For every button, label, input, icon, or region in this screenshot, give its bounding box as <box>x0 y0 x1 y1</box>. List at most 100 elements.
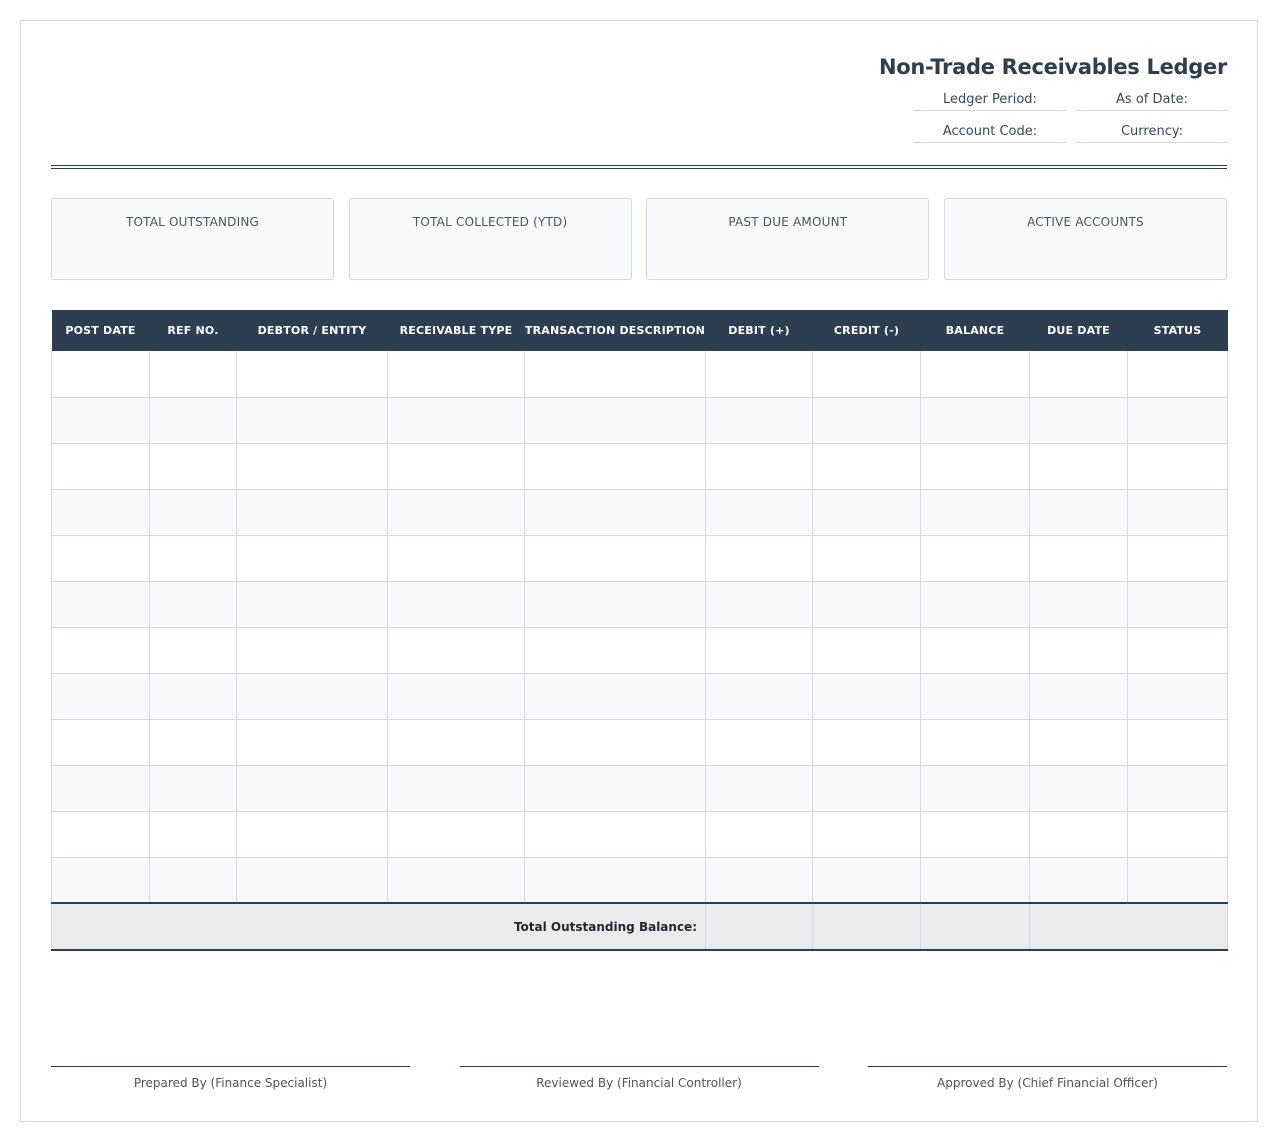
table-cell[interactable] <box>149 351 237 398</box>
table-cell[interactable] <box>387 673 525 720</box>
table-cell[interactable] <box>149 857 237 904</box>
table-cell[interactable] <box>1029 443 1128 490</box>
table-cell[interactable] <box>705 397 813 444</box>
table-cell[interactable] <box>524 857 706 904</box>
table-cell[interactable] <box>920 397 1030 444</box>
table-cell[interactable] <box>1127 857 1228 904</box>
table-cell[interactable] <box>236 397 388 444</box>
card-value[interactable] <box>647 239 928 261</box>
table-cell[interactable] <box>524 443 706 490</box>
table-cell[interactable] <box>524 627 706 674</box>
table-cell[interactable] <box>387 765 525 812</box>
table-cell[interactable] <box>524 535 706 582</box>
table-cell[interactable] <box>920 489 1030 536</box>
table-cell[interactable] <box>51 397 150 444</box>
table-cell[interactable] <box>236 673 388 720</box>
table-cell[interactable] <box>51 857 150 904</box>
table-cell[interactable] <box>1029 397 1128 444</box>
table-cell[interactable] <box>705 719 813 766</box>
table-cell[interactable] <box>51 811 150 858</box>
table-cell[interactable] <box>524 397 706 444</box>
account-code-field[interactable]: Account Code: <box>914 119 1066 143</box>
table-cell[interactable] <box>920 719 1030 766</box>
table-cell[interactable] <box>1127 443 1228 490</box>
table-cell[interactable] <box>149 627 237 674</box>
currency-field[interactable]: Currency: <box>1076 119 1228 143</box>
table-cell[interactable] <box>1029 489 1128 536</box>
table-cell[interactable] <box>149 397 237 444</box>
table-cell[interactable] <box>51 535 150 582</box>
table-cell[interactable] <box>149 581 237 628</box>
table-cell[interactable] <box>1029 857 1128 904</box>
table-cell[interactable] <box>705 351 813 398</box>
table-cell[interactable] <box>387 351 525 398</box>
total-balance-cell[interactable] <box>920 902 1030 951</box>
table-cell[interactable] <box>149 489 237 536</box>
table-cell[interactable] <box>149 719 237 766</box>
table-cell[interactable] <box>705 489 813 536</box>
table-cell[interactable] <box>387 535 525 582</box>
table-cell[interactable] <box>51 489 150 536</box>
table-cell[interactable] <box>236 581 388 628</box>
table-cell[interactable] <box>524 719 706 766</box>
table-cell[interactable] <box>920 857 1030 904</box>
table-cell[interactable] <box>387 443 525 490</box>
table-cell[interactable] <box>1029 673 1128 720</box>
table-cell[interactable] <box>51 627 150 674</box>
table-cell[interactable] <box>1127 765 1228 812</box>
table-cell[interactable] <box>149 673 237 720</box>
table-cell[interactable] <box>524 811 706 858</box>
table-cell[interactable] <box>1127 489 1228 536</box>
table-cell[interactable] <box>812 719 921 766</box>
table-cell[interactable] <box>1127 719 1228 766</box>
table-cell[interactable] <box>812 351 921 398</box>
table-cell[interactable] <box>812 581 921 628</box>
table-cell[interactable] <box>236 535 388 582</box>
table-cell[interactable] <box>812 765 921 812</box>
table-cell[interactable] <box>236 627 388 674</box>
table-cell[interactable] <box>1029 535 1128 582</box>
table-cell[interactable] <box>812 397 921 444</box>
table-cell[interactable] <box>1127 397 1228 444</box>
signature-reviewed-by[interactable]: Reviewed By (Financial Controller) <box>459 1066 819 1090</box>
table-cell[interactable] <box>705 811 813 858</box>
table-cell[interactable] <box>920 443 1030 490</box>
total-debit-cell[interactable] <box>705 902 813 951</box>
table-cell[interactable] <box>1127 811 1228 858</box>
table-cell[interactable] <box>524 351 706 398</box>
table-cell[interactable] <box>1127 627 1228 674</box>
signature-prepared-by[interactable]: Prepared By (Finance Specialist) <box>51 1066 410 1090</box>
table-cell[interactable] <box>812 489 921 536</box>
table-cell[interactable] <box>149 443 237 490</box>
table-cell[interactable] <box>149 765 237 812</box>
card-value[interactable] <box>52 239 333 261</box>
table-cell[interactable] <box>387 489 525 536</box>
table-cell[interactable] <box>149 535 237 582</box>
table-cell[interactable] <box>51 765 150 812</box>
table-cell[interactable] <box>812 443 921 490</box>
table-cell[interactable] <box>812 627 921 674</box>
table-cell[interactable] <box>51 351 150 398</box>
table-cell[interactable] <box>1127 581 1228 628</box>
table-cell[interactable] <box>524 673 706 720</box>
table-cell[interactable] <box>387 627 525 674</box>
table-cell[interactable] <box>920 673 1030 720</box>
table-cell[interactable] <box>920 581 1030 628</box>
table-cell[interactable] <box>705 581 813 628</box>
table-cell[interactable] <box>705 857 813 904</box>
signature-approved-by[interactable]: Approved By (Chief Financial Officer) <box>868 1066 1227 1090</box>
table-cell[interactable] <box>1029 811 1128 858</box>
table-cell[interactable] <box>387 857 525 904</box>
table-cell[interactable] <box>236 765 388 812</box>
table-cell[interactable] <box>51 673 150 720</box>
table-cell[interactable] <box>236 857 388 904</box>
table-cell[interactable] <box>236 489 388 536</box>
table-cell[interactable] <box>236 443 388 490</box>
table-cell[interactable] <box>705 535 813 582</box>
table-cell[interactable] <box>920 351 1030 398</box>
table-cell[interactable] <box>1029 719 1128 766</box>
table-cell[interactable] <box>387 811 525 858</box>
table-cell[interactable] <box>920 811 1030 858</box>
table-cell[interactable] <box>812 811 921 858</box>
table-cell[interactable] <box>1029 765 1128 812</box>
